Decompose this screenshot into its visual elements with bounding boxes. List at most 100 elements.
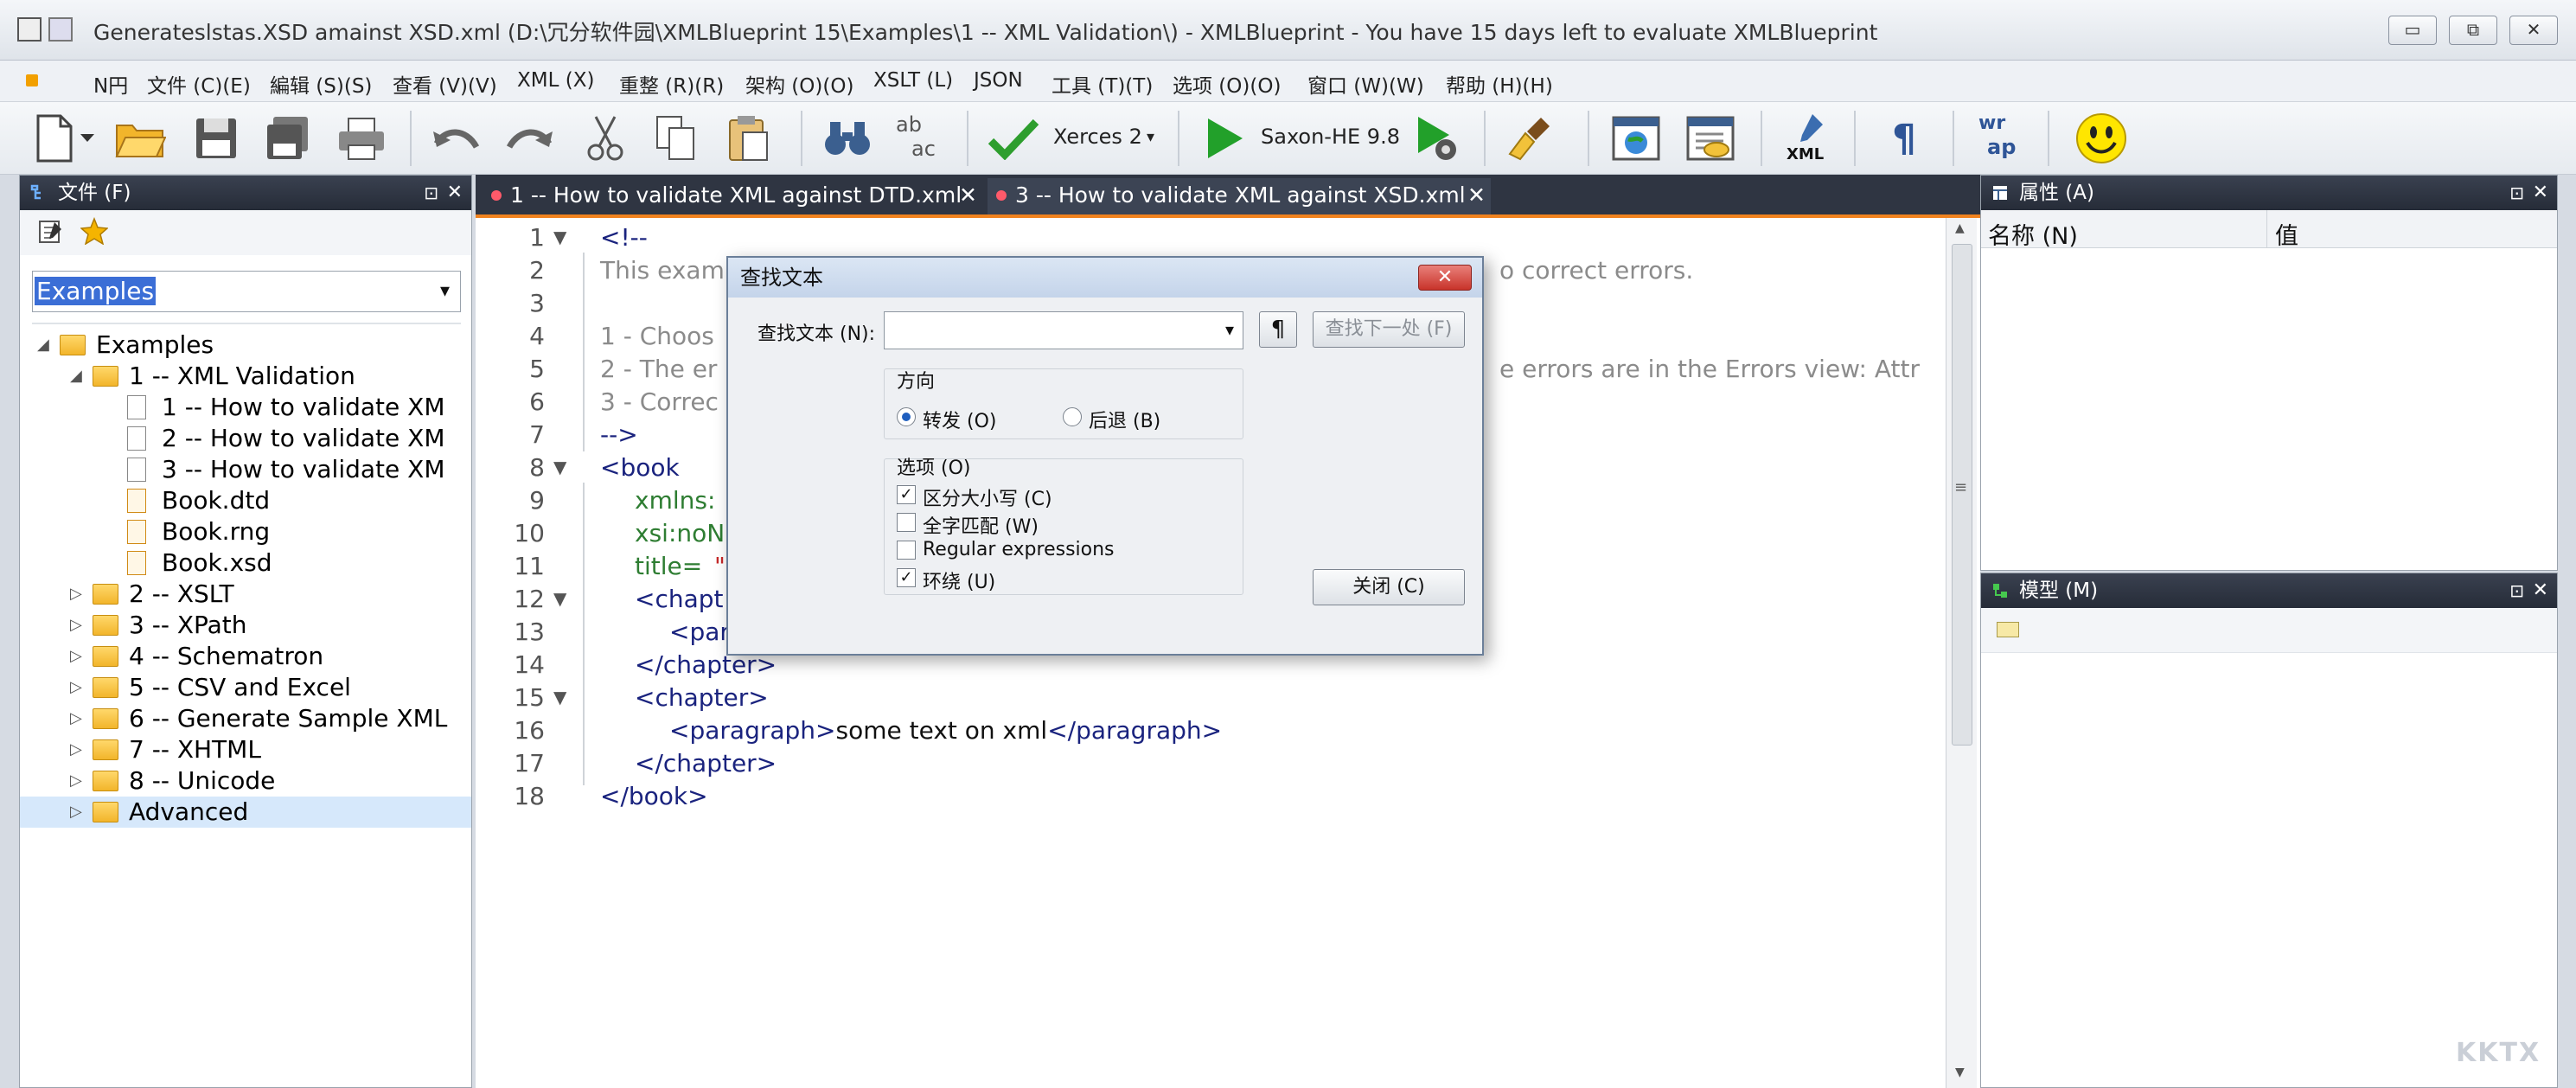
files-panel-close-icon[interactable]: ✕	[447, 176, 463, 210]
element-node-icon[interactable]	[1997, 622, 2019, 637]
find-next-button[interactable]: 查找下一处 (F)	[1313, 311, 1465, 348]
tab-close-icon[interactable]: ✕	[1467, 178, 1486, 213]
fold-toggle-icon[interactable]: ▼	[553, 588, 566, 609]
tree-collapsed-icon[interactable]: ▷	[70, 579, 82, 610]
tree-collapsed-icon[interactable]: ▷	[70, 703, 82, 734]
browser-preview-icon[interactable]	[1608, 111, 1664, 166]
find-dialog-close-button[interactable]: ✕	[1418, 265, 1472, 291]
minimize-button[interactable]: ▭	[2388, 16, 2437, 45]
tree-collapsed-icon[interactable]: ▷	[70, 797, 82, 828]
tree-item-file[interactable]: Book.dtd	[20, 485, 471, 516]
undo-icon[interactable]	[429, 111, 484, 166]
restore-button[interactable]: ⧉	[2449, 16, 2497, 45]
menu-item-refactor[interactable]: 重整 (R)(R)	[619, 69, 724, 99]
column-header-value[interactable]: 值	[2275, 217, 2298, 251]
fold-toggle-icon[interactable]: ▼	[553, 227, 566, 247]
new-file-icon[interactable]	[26, 111, 81, 166]
menu-item-window[interactable]: 窗口 (W)(W)	[1307, 69, 1424, 99]
backward-label[interactable]: 后退 (B)	[1089, 406, 1160, 433]
tree-item-file[interactable]: 2 -- How to validate XM	[20, 423, 471, 454]
tree-item-file[interactable]: 3 -- How to validate XM	[20, 454, 471, 485]
menu-item-options[interactable]: 选项 (O)(O)	[1173, 69, 1281, 99]
special-chars-button[interactable]: ¶	[1259, 311, 1297, 348]
find-text-input[interactable]: ▾	[884, 311, 1243, 349]
tree-item-xpath[interactable]: ▷ 3 -- XPath	[20, 610, 471, 641]
tree-collapsed-icon[interactable]: ▷	[70, 610, 82, 641]
model-panel-pin-icon[interactable]: ⊡	[2509, 573, 2524, 608]
model-panel-close-icon[interactable]: ✕	[2533, 573, 2548, 608]
smiley-feedback-icon[interactable]	[2074, 111, 2129, 166]
tree-collapsed-icon[interactable]: ▷	[70, 672, 82, 703]
tree-item-file[interactable]: Book.rng	[20, 516, 471, 547]
menu-item-edit[interactable]: 編辑 (S)(S)	[270, 69, 372, 99]
menu-item-tools[interactable]: 工具 (T)(T)	[1051, 69, 1153, 99]
backward-radio[interactable]	[1063, 407, 1082, 426]
whole-word-label[interactable]: 全字匹配 (W)	[923, 511, 1039, 539]
fold-toggle-icon[interactable]: ▼	[553, 457, 566, 477]
tree-item-schematron[interactable]: ▷ 4 -- Schematron	[20, 641, 471, 672]
chevron-down-icon[interactable]: ▾	[440, 280, 450, 302]
properties-panel-close-icon[interactable]: ✕	[2533, 176, 2548, 210]
tree-collapsed-icon[interactable]: ▷	[70, 734, 82, 765]
menu-item-json[interactable]: JSON	[974, 69, 1023, 92]
menu-item-help[interactable]: 帮助 (H)(H)	[1446, 69, 1553, 99]
regex-label[interactable]: Regular expressions	[923, 539, 1115, 560]
tree-item-generate-sample[interactable]: ▷ 6 -- Generate Sample XML	[20, 703, 471, 734]
tab-xsd-xml[interactable]: 3 -- How to validate XML against XSD.xml…	[988, 178, 1491, 214]
match-case-checkbox[interactable]: ✓	[897, 485, 916, 504]
cut-icon[interactable]	[578, 111, 633, 166]
close-dialog-button[interactable]: 关闭 (C)	[1313, 569, 1465, 605]
print-icon[interactable]	[334, 111, 389, 166]
scroll-thumb[interactable]: ≡	[1952, 244, 1972, 746]
run-transform-icon[interactable]	[1197, 111, 1252, 166]
word-wrap-icon[interactable]: wr ap	[1972, 111, 2027, 166]
window-close-button[interactable]: ✕	[2509, 16, 2558, 45]
favorites-star-icon[interactable]	[80, 217, 108, 245]
scroll-up-icon[interactable]: ▲	[1955, 221, 1965, 235]
tab-close-icon[interactable]: ✕	[959, 178, 977, 213]
tree-item-file[interactable]: Book.xsd	[20, 547, 471, 579]
menu-item-xml[interactable]: XML (X)	[517, 69, 594, 92]
tree-collapsed-icon[interactable]: ▷	[70, 765, 82, 797]
transformer-label[interactable]: Saxon-HE 9.8	[1261, 125, 1400, 149]
forward-radio[interactable]	[897, 407, 916, 426]
validator-dropdown-icon[interactable]: ▾	[1147, 128, 1154, 146]
validate-check-icon[interactable]	[986, 111, 1041, 166]
regex-checkbox[interactable]	[897, 541, 916, 560]
menu-item-view[interactable]: 查看 (V)(V)	[393, 69, 497, 99]
validator-label[interactable]: Xerces 2	[1053, 125, 1142, 149]
format-brush-icon[interactable]	[1503, 111, 1558, 166]
tree-expanded-icon[interactable]: ◢	[37, 330, 49, 361]
debug-transform-icon[interactable]	[1409, 111, 1465, 166]
replace-icon[interactable]: ab ac	[891, 111, 946, 166]
app-icon[interactable]	[17, 17, 42, 42]
editor-vertical-scrollbar[interactable]: ▲ ≡ ▼	[1946, 218, 1977, 1088]
tree-item-file[interactable]: 1 -- How to validate XM	[20, 392, 471, 423]
files-panel-pin-icon[interactable]: ⊡	[424, 176, 438, 210]
tree-item-unicode[interactable]: ▷ 8 -- Unicode	[20, 765, 471, 797]
forward-label[interactable]: 转发 (O)	[923, 406, 996, 433]
tree-item-xhtml[interactable]: ▷ 7 -- XHTML	[20, 734, 471, 765]
menu-item-file[interactable]: 文件 (C)(E)	[147, 69, 251, 99]
scroll-down-icon[interactable]: ▼	[1955, 1066, 1965, 1079]
xml-tool-icon[interactable]: XML	[1778, 111, 1833, 166]
menu-app-icon[interactable]	[26, 74, 38, 86]
tree-item-examples[interactable]: ◢ Examples	[20, 330, 471, 361]
pilcrow-icon[interactable]: ¶	[1876, 111, 1932, 166]
folder-combo[interactable]: Examples ▾	[32, 271, 461, 312]
wrap-around-checkbox[interactable]: ✓	[897, 568, 916, 587]
column-divider[interactable]	[2266, 210, 2267, 248]
wrap-around-label[interactable]: 环绕 (U)	[923, 566, 995, 594]
tree-expanded-icon[interactable]: ◢	[70, 361, 82, 392]
tree-item-advanced[interactable]: ▷ Advanced	[20, 797, 471, 828]
new-file-dropdown-icon[interactable]	[74, 111, 100, 166]
menu-item-n[interactable]: N円	[93, 69, 128, 99]
find-binoculars-icon[interactable]	[820, 111, 875, 166]
redo-icon[interactable]	[502, 111, 557, 166]
whole-word-checkbox[interactable]	[897, 513, 916, 532]
menu-item-schema[interactable]: 架构 (O)(O)	[745, 69, 853, 99]
tree-item-csv-excel[interactable]: ▷ 5 -- CSV and Excel	[20, 672, 471, 703]
tree-collapsed-icon[interactable]: ▷	[70, 641, 82, 672]
paste-icon[interactable]	[721, 111, 777, 166]
document-view-icon[interactable]	[1683, 111, 1738, 166]
